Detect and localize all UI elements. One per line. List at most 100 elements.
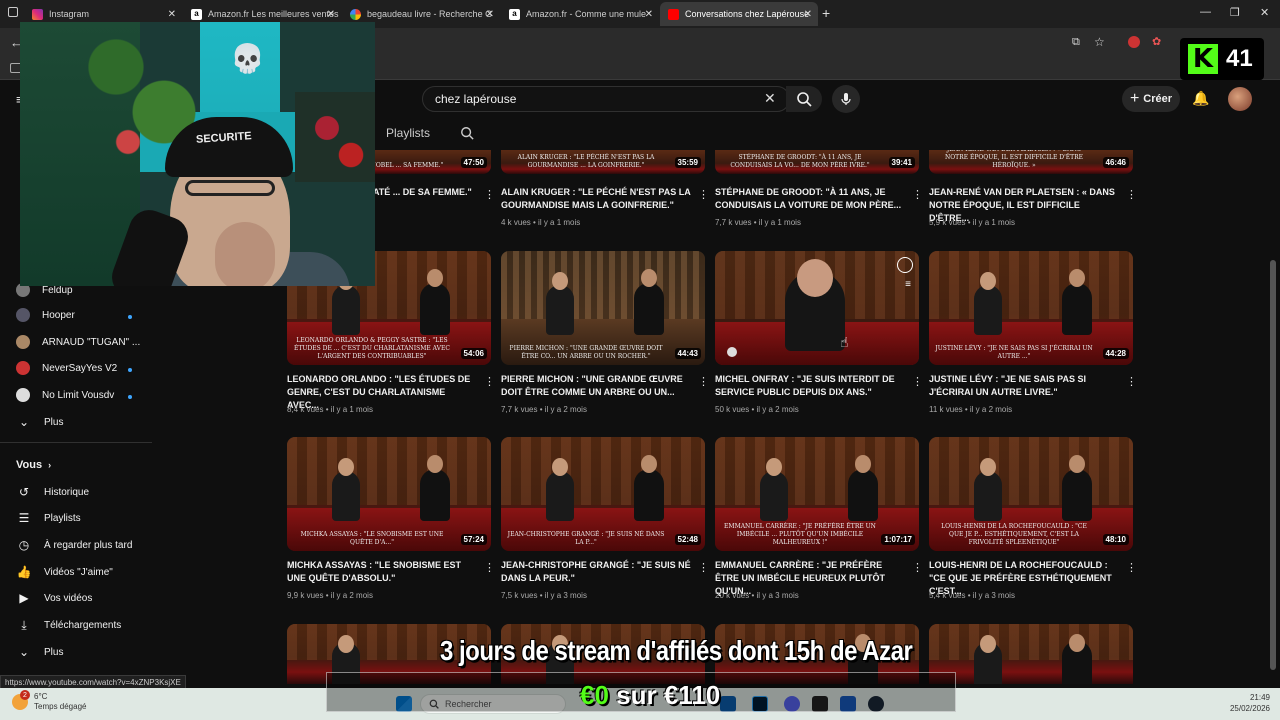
nav-more[interactable]: ⌄ Plus [16,642,63,662]
duration-badge: 52:48 [674,534,701,545]
video-thumbnail[interactable]: JEAN-CHRISTOPHE GRANGÉ : "JE SUIS NÉ DAN… [501,437,705,551]
new-tab-button[interactable]: + [822,5,830,21]
instagram-icon [32,8,43,20]
video-meta: 4 k vues • il y a 1 mois [501,218,581,227]
tab-amazon-ventes[interactable]: a Amazon.fr Les meilleures ventes ✕ [183,4,341,24]
video-title[interactable]: JEAN-CHRISTOPHE GRANGÉ : "JE SUIS NÉ DAN… [501,559,691,585]
scrollbar-thumb[interactable] [1270,260,1276,670]
bookmark-star-icon[interactable]: ☆ [1094,35,1105,49]
video-title[interactable]: ALAIN KRUGER : "LE PÉCHÉ N'EST PAS LA GO… [501,186,691,212]
video-thumbnail[interactable]: JEAN-RENÉ VAN DER PLAETSEN : « DANS NOTR… [929,150,1133,174]
install-icon[interactable]: ⧉ [1072,36,1080,49]
more-options-icon[interactable]: ⋮ [912,561,923,574]
video-thumbnail[interactable]: MICHKA ASSAYAS : "LE SNOBISME EST UNE QU… [287,437,491,551]
channel-logo [727,347,737,357]
video-title[interactable]: PIERRE MICHON : "UNE GRANDE ŒUVRE DOIT Ê… [501,373,691,399]
video-thumbnail[interactable]: LOUIS-HENRI DE LA ROCHEFOUCAULD : "CE QU… [929,437,1133,551]
more-options-icon[interactable]: ⋮ [1126,188,1137,201]
tab-amazon-mule[interactable]: a Amazon.fr - Comme une mule ✕ [501,4,659,24]
more-options-icon[interactable]: ⋮ [1126,375,1137,388]
video-meta: 7,5 k vues • il y a 3 mois [501,591,587,600]
tab-youtube-active[interactable]: Conversations chez Lapérouse ✕ [660,2,818,26]
close-icon[interactable]: ✕ [645,9,653,20]
video-title[interactable]: JUSTINE LÉVY : "JE NE SAIS PAS SI J'ÉCRI… [929,373,1119,399]
weather-widget[interactable]: 2 6°C Temps dégagé [12,690,86,712]
maximize-icon[interactable]: ❐ [1230,6,1240,19]
extension-icon[interactable] [1128,36,1140,48]
tab-google-search[interactable]: begaudeau livre - Recherche G ✕ [342,4,500,24]
video-thumbnail[interactable]: PIERRE MICHON : "UNE GRANDE ŒUVRE DOIT Ê… [501,251,705,365]
subscription-arnaud-tugan[interactable]: ARNAUD "TUGAN" ... [16,332,140,352]
more-options-icon[interactable]: ⋮ [484,188,495,201]
channel-search-icon[interactable] [460,126,474,140]
you-section-heading[interactable]: Vous › [16,455,51,475]
more-options-icon[interactable]: ⋮ [912,375,923,388]
minimize-icon[interactable]: — [1200,6,1211,18]
more-options-icon[interactable]: ⋮ [484,561,495,574]
voice-search-button[interactable] [832,85,860,113]
kick-logo-icon: K [1188,44,1218,74]
video-meta: 5,4 k vues • il y a 3 mois [929,591,1015,600]
nav-your-videos[interactable]: ▶ Vos vidéos [16,588,92,608]
close-window-icon[interactable]: ✕ [1260,6,1269,19]
video-meta: 50 k vues • il y a 2 mois [715,405,799,414]
video-thumbnail[interactable]: EMMANUEL CARRÈRE : "JE PRÉFÈRE ÊTRE UN I… [715,437,919,551]
create-button[interactable]: + Créer [1122,86,1180,112]
youtube-icon [668,8,679,20]
close-icon[interactable]: ✕ [327,9,335,20]
video-thumbnail[interactable]: STÉPHANE DE GROODT: "À 11 ANS, JE CONDUI… [715,150,919,174]
channel-tabs: Playlists [386,126,474,140]
add-to-queue-icon[interactable]: ≡ [905,279,911,290]
channel-avatar [16,388,30,402]
clear-search-icon[interactable]: ✕ [764,90,776,107]
chevron-down-icon: ⌄ [18,415,30,429]
more-options-icon[interactable]: ⋮ [698,375,709,388]
plus-icon: + [1129,90,1140,107]
extension-leaf-icon[interactable]: ✿ [1152,35,1161,48]
watch-later-icon[interactable] [897,257,913,273]
webcam-overlay: 💀 SECURITE [20,22,375,286]
notifications-icon[interactable]: 🔔 [1192,90,1209,107]
search-input[interactable]: chez lapérouse [422,86,790,112]
tab-actions-icon[interactable] [8,7,18,17]
more-options-icon[interactable]: ⋮ [912,188,923,201]
google-icon [350,8,361,20]
nav-liked-videos[interactable]: 👍 Vidéos "J'aime" [16,562,113,582]
more-options-icon[interactable]: ⋮ [698,188,709,201]
subscription-neversayyes[interactable]: NeverSayYes V2 [16,358,117,378]
link-status-url: https://www.youtube.com/watch?v=4xZNP3Ks… [0,675,186,689]
nav-watch-later[interactable]: ◷ À regarder plus tard [16,535,133,555]
duration-badge: 44:28 [1102,348,1129,359]
video-thumbnail[interactable]: JUSTINE LÉVY : "JE NE SAIS PAS SI J'ÉCRI… [929,251,1133,365]
more-options-icon[interactable]: ⋮ [1126,561,1137,574]
more-options-icon[interactable]: ⋮ [698,561,709,574]
tab-instagram[interactable]: Instagram ✕ [24,4,182,24]
close-icon[interactable]: ✕ [168,9,176,20]
search-button[interactable] [786,86,822,112]
video-thumbnail[interactable]: ≡ [715,251,919,365]
tab-playlists[interactable]: Playlists [386,126,430,140]
close-icon[interactable]: ✕ [486,9,494,20]
video-title[interactable]: MICHEL ONFRAY : "JE SUIS INTERDIT DE SER… [715,373,905,399]
video-title[interactable]: MICHKA ASSAYAS : "LE SNOBISME EST UNE QU… [287,559,477,585]
duration-badge: 39:41 [888,157,915,168]
more-options-icon[interactable]: ⋮ [484,375,495,388]
account-avatar[interactable] [1228,87,1252,111]
subscription-hooper[interactable]: Hooper [16,305,75,325]
subscriptions-more[interactable]: ⌄ Plus [16,412,63,432]
nav-downloads[interactable]: ⤓ Téléchargements [16,615,121,635]
subscription-nolimit[interactable]: No Limit Vousdv [16,385,114,405]
duration-badge: 57:24 [460,534,487,545]
microphone-icon [841,93,851,105]
duration-badge: 46:46 [1102,157,1129,168]
kick-viewer-badge: K 41 [1180,38,1264,80]
video-thumbnail[interactable]: ALAIN KRUGER : "LE PÉCHÉ N'EST PAS LA GO… [501,150,705,174]
nav-history[interactable]: ↺ Historique [16,482,89,502]
chevron-right-icon: › [48,460,52,470]
nav-playlists[interactable]: ☰ Playlists [16,508,81,528]
video-meta: 9,9 k vues • il y a 2 mois [287,591,373,600]
sidebar: Feldup Hooper ARNAUD "TUGAN" ... NeverSa… [0,280,152,680]
video-title[interactable]: STÉPHANE DE GROODT: "À 11 ANS, JE CONDUI… [715,186,905,212]
video-thumbnail[interactable] [929,624,1133,684]
close-icon[interactable]: ✕ [804,9,812,20]
